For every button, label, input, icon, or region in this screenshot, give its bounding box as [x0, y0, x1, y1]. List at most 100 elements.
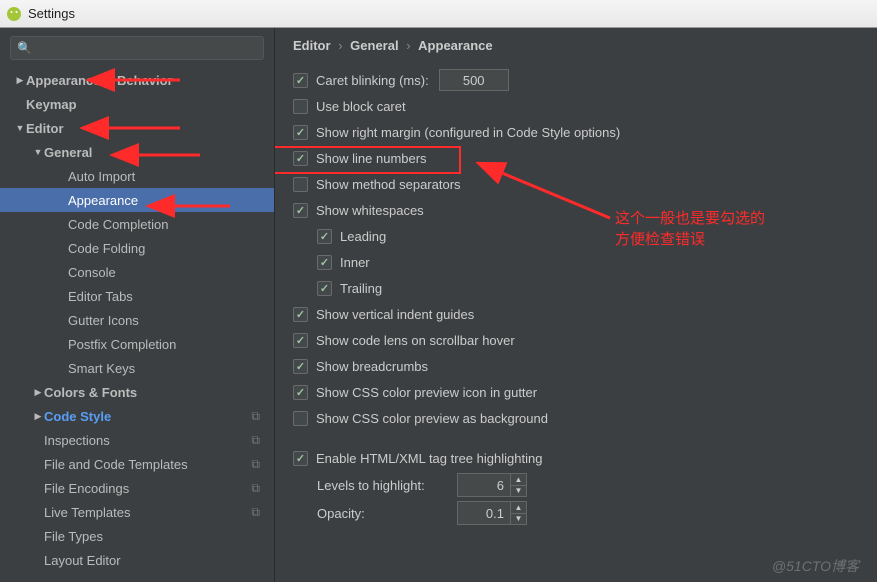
- checkbox-icon[interactable]: [317, 255, 332, 270]
- sidebar-item-label: Auto Import: [68, 169, 135, 184]
- checkbox-icon[interactable]: [293, 151, 308, 166]
- sidebar-item-label: Inspections: [44, 433, 110, 448]
- option-input[interactable]: 500: [439, 69, 509, 91]
- option-row[interactable]: Show vertical indent guides: [293, 301, 859, 327]
- option-label: Show code lens on scrollbar hover: [316, 333, 515, 348]
- sidebar-item[interactable]: File Encodings⧉: [0, 476, 274, 500]
- sidebar-item[interactable]: File and Code Templates⧉: [0, 452, 274, 476]
- app-icon: [6, 6, 22, 22]
- sidebar-item-label: Code Folding: [68, 241, 145, 256]
- sidebar-item[interactable]: Postfix Completion: [0, 332, 274, 356]
- window-title: Settings: [28, 6, 75, 21]
- sidebar-item[interactable]: Auto Import: [0, 164, 274, 188]
- levels-spinner[interactable]: 6 ▲▼: [457, 473, 527, 497]
- search-field[interactable]: [36, 41, 257, 56]
- option-row[interactable]: Caret blinking (ms):500: [293, 67, 859, 93]
- option-row[interactable]: Show CSS color preview icon in gutter: [293, 379, 859, 405]
- sidebar-item[interactable]: Layout Editor: [0, 548, 274, 572]
- option-label: Use block caret: [316, 99, 406, 114]
- sidebar-item[interactable]: Code Folding: [0, 236, 274, 260]
- tree-arrow-icon: ▶: [32, 411, 44, 422]
- checkbox-icon[interactable]: [317, 281, 332, 296]
- sidebar-item-label: Console: [68, 265, 116, 280]
- checkbox-icon[interactable]: [293, 333, 308, 348]
- crumb: Appearance: [418, 38, 492, 53]
- option-row[interactable]: Leading: [293, 223, 859, 249]
- option-row[interactable]: Inner: [293, 249, 859, 275]
- copy-icon: ⧉: [251, 433, 260, 448]
- checkbox-icon[interactable]: [293, 411, 308, 426]
- option-row[interactable]: Show line numbers: [293, 145, 859, 171]
- sidebar-item-label: Editor: [26, 121, 64, 136]
- checkbox-icon[interactable]: [293, 359, 308, 374]
- option-row[interactable]: Trailing: [293, 275, 859, 301]
- checkbox-icon[interactable]: [293, 385, 308, 400]
- checkbox-icon[interactable]: [293, 203, 308, 218]
- sidebar-item[interactable]: ▼Editor: [0, 116, 274, 140]
- option-label: Show vertical indent guides: [316, 307, 474, 322]
- option-row[interactable]: Show breadcrumbs: [293, 353, 859, 379]
- enable-tag-tree-row[interactable]: Enable HTML/XML tag tree highlighting: [293, 445, 859, 471]
- sidebar-item[interactable]: Code Completion: [0, 212, 274, 236]
- checkbox-icon[interactable]: [293, 73, 308, 88]
- checkbox-icon[interactable]: [293, 451, 308, 466]
- sidebar-item[interactable]: Gutter Icons: [0, 308, 274, 332]
- option-label: Show right margin (configured in Code St…: [316, 125, 620, 140]
- opacity-label: Opacity:: [317, 506, 447, 521]
- spinner-down-icon[interactable]: ▼: [511, 514, 526, 525]
- sidebar-item-label: Postfix Completion: [68, 337, 176, 352]
- spinner-down-icon[interactable]: ▼: [511, 486, 526, 497]
- chevron-right-icon: ›: [338, 38, 342, 53]
- opacity-value: 0.1: [458, 506, 510, 521]
- sidebar-item[interactable]: Keymap: [0, 92, 274, 116]
- sidebar-item[interactable]: Appearance: [0, 188, 274, 212]
- copy-icon: ⧉: [251, 505, 260, 520]
- option-row[interactable]: Show whitespaces: [293, 197, 859, 223]
- checkbox-icon[interactable]: [293, 99, 308, 114]
- option-row[interactable]: Show CSS color preview as background: [293, 405, 859, 431]
- option-label: Show CSS color preview as background: [316, 411, 548, 426]
- option-row[interactable]: Show right margin (configured in Code St…: [293, 119, 859, 145]
- checkbox-icon[interactable]: [293, 125, 308, 140]
- checkbox-icon[interactable]: [317, 229, 332, 244]
- levels-label: Levels to highlight:: [317, 478, 447, 493]
- sidebar-item-label: Colors & Fonts: [44, 385, 137, 400]
- enable-tag-tree-label: Enable HTML/XML tag tree highlighting: [316, 451, 542, 466]
- option-row[interactable]: Show method separators: [293, 171, 859, 197]
- sidebar-item-label: Smart Keys: [68, 361, 135, 376]
- search-icon: 🔍: [17, 41, 32, 55]
- spinner-up-icon[interactable]: ▲: [511, 474, 526, 486]
- levels-row: Levels to highlight: 6 ▲▼: [293, 471, 859, 499]
- sidebar-item[interactable]: ▶Colors & Fonts: [0, 380, 274, 404]
- sidebar-item[interactable]: File Types: [0, 524, 274, 548]
- search-input[interactable]: 🔍: [10, 36, 264, 60]
- option-label: Show line numbers: [316, 151, 427, 166]
- sidebar-item[interactable]: Editor Tabs: [0, 284, 274, 308]
- sidebar-item-label: Live Templates: [44, 505, 130, 520]
- settings-tree: ▶Appearance & BehaviorKeymap▼Editor▼Gene…: [0, 68, 274, 572]
- tree-arrow-icon: ▶: [32, 387, 44, 398]
- option-label: Show method separators: [316, 177, 461, 192]
- opacity-spinner[interactable]: 0.1 ▲▼: [457, 501, 527, 525]
- checkbox-icon[interactable]: [293, 307, 308, 322]
- sidebar-item[interactable]: Smart Keys: [0, 356, 274, 380]
- tree-arrow-icon: ▼: [14, 123, 26, 133]
- sidebar-item-label: General: [44, 145, 92, 160]
- breadcrumb: Editor › General › Appearance: [293, 38, 859, 53]
- chevron-right-icon: ›: [406, 38, 410, 53]
- crumb: Editor: [293, 38, 331, 53]
- sidebar-item[interactable]: ▶Code Style⧉: [0, 404, 274, 428]
- option-row[interactable]: Show code lens on scrollbar hover: [293, 327, 859, 353]
- option-label: Show CSS color preview icon in gutter: [316, 385, 537, 400]
- sidebar-item-label: File and Code Templates: [44, 457, 188, 472]
- sidebar-item[interactable]: Console: [0, 260, 274, 284]
- sidebar-item-label: File Encodings: [44, 481, 129, 496]
- opacity-row: Opacity: 0.1 ▲▼: [293, 499, 859, 527]
- sidebar-item[interactable]: Inspections ⧉: [0, 428, 274, 452]
- spinner-up-icon[interactable]: ▲: [511, 502, 526, 514]
- sidebar-item[interactable]: ▶Appearance & Behavior: [0, 68, 274, 92]
- checkbox-icon[interactable]: [293, 177, 308, 192]
- sidebar-item[interactable]: Live Templates ⧉: [0, 500, 274, 524]
- sidebar-item[interactable]: ▼General: [0, 140, 274, 164]
- option-row[interactable]: Use block caret: [293, 93, 859, 119]
